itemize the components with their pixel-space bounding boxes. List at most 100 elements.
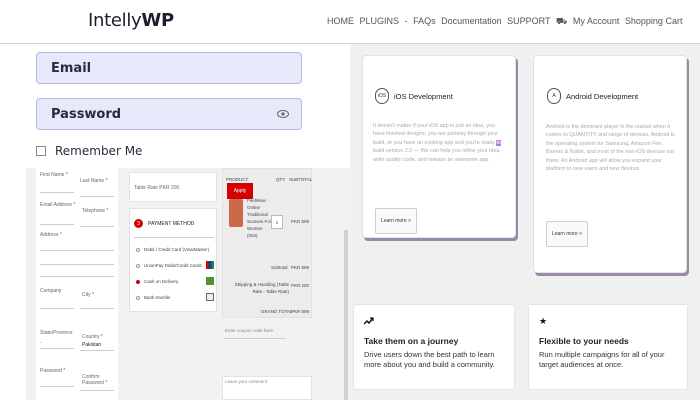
telephone-label: Telephone * <box>82 208 109 214</box>
account-icon: ⛟ <box>556 16 568 26</box>
learn-more-button[interactable]: Learn more > <box>375 208 417 234</box>
cash-icon <box>206 277 214 285</box>
email-address-input[interactable] <box>40 224 74 225</box>
card-title: iOS Development <box>394 92 453 101</box>
billing-form: First Name * Last Name * Email Address *… <box>36 168 118 400</box>
country-select[interactable] <box>80 350 114 351</box>
quantity-stepper[interactable]: 1 <box>271 215 283 229</box>
state-select[interactable] <box>40 348 74 349</box>
nav-plugins[interactable]: PLUGINS <box>360 16 400 26</box>
company-input[interactable] <box>40 308 74 309</box>
top-navigation-bar: IntellyWP HOME PLUGINS - FAQs Documentat… <box>0 0 700 44</box>
payment-method-box: 3 PAYMENT METHOD Debit / Credit Card (Vi… <box>129 208 217 312</box>
feature-card-journey: Take them on a journey Drive users down … <box>353 304 515 390</box>
password-placeholder: Password <box>51 106 122 122</box>
checkout-password-input[interactable] <box>40 386 74 387</box>
star-icon: ★ <box>539 316 548 326</box>
address-label: Address * <box>40 232 62 238</box>
email-field[interactable]: Email <box>36 52 302 84</box>
payment-divider <box>134 237 214 238</box>
subtotal-value: PKR 699 <box>291 265 310 270</box>
product-image[interactable] <box>229 199 243 227</box>
bank-icon <box>206 293 214 301</box>
grand-total-label: GRAND TOTAL <box>261 309 293 314</box>
card-body: It doesn't matter if your iOS app is jus… <box>373 123 501 163</box>
telephone-input[interactable] <box>80 226 114 227</box>
nav-home[interactable]: HOME <box>327 16 354 26</box>
unionpay-logo-icon <box>206 261 214 269</box>
shipping-value: PKR 200 <box>291 283 310 288</box>
feature-title: Take them on a journey <box>364 336 459 346</box>
card-title: Android Development <box>566 92 639 101</box>
trend-icon <box>363 317 374 327</box>
payment-option-card[interactable]: Debit / Credit Card (Visa/Master) <box>136 247 209 252</box>
feature-body: Drive users down the best path to learn … <box>364 350 495 369</box>
confirm-password-input[interactable] <box>80 390 114 391</box>
first-name-label: First Name * <box>40 172 68 178</box>
last-name-input[interactable] <box>80 196 114 197</box>
remember-me[interactable]: Remember Me <box>36 144 142 158</box>
ios-icon: iOS <box>375 88 389 104</box>
coupon-input[interactable]: Enter coupon code here <box>225 328 273 333</box>
nav-my-account[interactable]: My Account <box>573 16 620 26</box>
payment-step-badge: 3 <box>134 219 143 228</box>
password-label: Password * <box>40 368 66 374</box>
comment-textarea[interactable]: Leave your comment <box>222 376 312 400</box>
android-icon: A <box>547 88 561 104</box>
state-label: State/Province <box>40 330 73 336</box>
nav-documentation[interactable]: Documentation <box>441 16 502 26</box>
radio-button[interactable] <box>136 247 140 252</box>
android-development-card: A Android Development Android is the dom… <box>533 55 687 273</box>
shipping-label: Shipping & Handling (Table Rate - Table … <box>234 282 289 294</box>
apply-coupon-button[interactable]: Apply <box>227 183 253 199</box>
table-rate-option[interactable]: Table Rate PKR 200 <box>134 185 179 191</box>
address-input-3[interactable] <box>40 276 114 277</box>
feature-body: Run multiple campaigns for all of your t… <box>539 350 665 369</box>
radio-button[interactable] <box>136 295 140 300</box>
address-input-1[interactable] <box>40 250 114 251</box>
password-field[interactable]: Password <box>36 98 302 130</box>
first-name-input[interactable] <box>40 192 74 193</box>
nav-faqs[interactable]: FAQs <box>413 16 436 26</box>
show-password-eye-icon[interactable] <box>277 108 289 120</box>
order-header-subtotal: SUBTOTAL <box>289 177 313 182</box>
comment-placeholder: Leave your comment <box>225 379 268 384</box>
remember-checkbox[interactable] <box>36 146 46 156</box>
scrollbar[interactable] <box>344 230 348 400</box>
state-select-value[interactable]: - <box>40 340 42 346</box>
payment-method-title: PAYMENT METHOD <box>148 221 195 227</box>
payment-option-cod[interactable]: Cash on Delivery <box>136 279 178 284</box>
city-label: City * <box>82 292 94 298</box>
remember-label: Remember Me <box>55 144 143 158</box>
nav-support[interactable]: SUPPORT <box>507 16 550 26</box>
coupon-underline <box>224 338 286 339</box>
checkout-screenshot: First Name * Last Name * Email Address *… <box>26 168 350 400</box>
card-body: Android is the dominant player in the ma… <box>546 124 675 173</box>
learn-more-button[interactable]: Learn more > <box>546 221 588 247</box>
order-header-qty: QTY <box>276 177 286 182</box>
nav-separator: - <box>404 16 408 26</box>
order-header-product: PRODUCT <box>226 177 249 182</box>
email-placeholder: Email <box>51 60 92 76</box>
last-name-label: Last Name * <box>80 178 108 184</box>
feature-title: Flexible to your needs <box>539 336 629 346</box>
payment-option-bank[interactable]: Bank transfer <box>136 295 171 300</box>
main-nav: HOME PLUGINS - FAQs Documentation SUPPOR… <box>327 16 685 28</box>
address-input-2[interactable] <box>40 264 114 265</box>
company-label: Company <box>40 288 62 294</box>
feature-card-flexible: ★ Flexible to your needs Run multiple ca… <box>528 304 688 390</box>
radio-button-selected[interactable] <box>136 279 140 284</box>
country-select-value[interactable]: Pakistan <box>82 342 101 348</box>
radio-button[interactable] <box>136 263 140 268</box>
payment-option-unionpay[interactable]: UnionPay Debit/Credit Cards <box>136 263 202 268</box>
city-input[interactable] <box>80 308 114 309</box>
email-address-label: Email Address * <box>40 202 76 208</box>
grand-total-value: PKR 899 <box>291 309 310 314</box>
country-label: Country * <box>82 334 103 340</box>
product-price: PKR 699 <box>291 219 310 224</box>
site-logo[interactable]: IntellyWP <box>88 10 174 31</box>
ios-development-card: iOS iOS Development It doesn't matter if… <box>362 55 516 238</box>
product-name[interactable]: FeelWow Online Traditional Scarves For Women… <box>247 197 271 239</box>
subtotal-label: Subtotal <box>271 265 288 270</box>
nav-shopping-cart[interactable]: Shopping Cart <box>625 16 683 26</box>
